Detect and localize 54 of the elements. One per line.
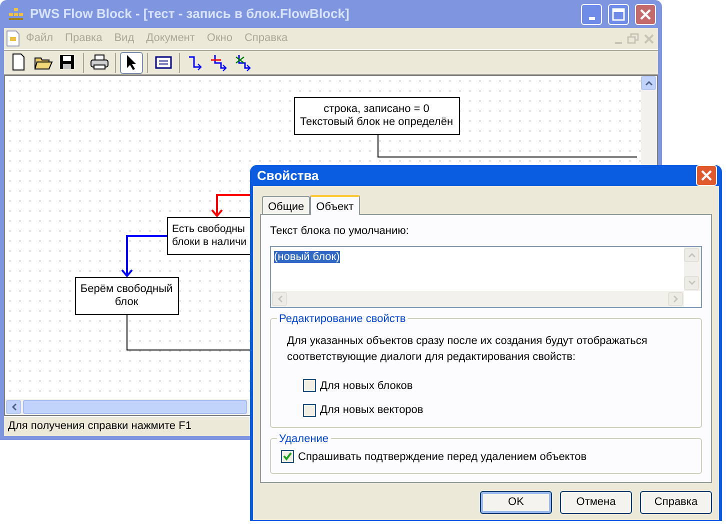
block-text: блоки в наличи [172, 236, 246, 248]
scroll-up-icon [688, 252, 696, 258]
close-button[interactable] [696, 165, 717, 186]
app-icon [8, 7, 24, 21]
checkbox[interactable] [303, 404, 316, 417]
maximize-icon [612, 8, 625, 20]
checkbox-label[interactable]: Для новых блоков [320, 378, 413, 394]
connector-edit-icon [234, 53, 253, 72]
text-area[interactable]: (новый блок) [270, 246, 702, 308]
scroll-right-icon [672, 294, 678, 302]
checkbox-label[interactable]: Спрашивать подтверждение перед удалением объектов [298, 448, 587, 465]
flow-block[interactable] [75, 277, 179, 315]
minimize-icon [615, 42, 622, 44]
scroll-left-icon [276, 294, 282, 302]
field-value: (новый блок) [274, 250, 340, 262]
check-icon [283, 452, 292, 462]
flow-block[interactable] [294, 97, 460, 135]
scroll-up-button[interactable] [641, 76, 656, 90]
block-text: строка, записано = 0 [324, 103, 430, 115]
status-text: Для получения справки нажмите F1 [8, 419, 192, 434]
block-text: Есть свободны [172, 223, 245, 235]
tab[interactable]: Объект [310, 195, 360, 215]
scroll-down-icon [688, 280, 696, 286]
close-icon [642, 32, 656, 44]
field-label: Текст блока по умолчанию: [270, 224, 409, 239]
scroll-up-icon [644, 80, 652, 86]
tab[interactable]: Общие [262, 196, 310, 214]
minimize-icon [588, 16, 594, 20]
checkbox[interactable] [281, 450, 294, 464]
dialog-button[interactable]: OK [480, 491, 552, 514]
close-icon [640, 8, 651, 20]
block-text: Берём свободный [80, 283, 173, 295]
save-icon [58, 53, 77, 72]
dialog-title: Свойства [257, 166, 320, 185]
toolbar-button[interactable] [120, 52, 143, 74]
scroll-left-icon [10, 403, 16, 411]
connector-add-icon [210, 53, 229, 72]
maximize-button[interactable] [608, 4, 629, 24]
checkbox-label[interactable]: Для новых векторов [320, 402, 424, 418]
checkbox[interactable] [303, 379, 316, 392]
close-button[interactable] [635, 4, 656, 24]
minimize-button[interactable] [581, 4, 602, 24]
block-text: Текстовый блок не определён [300, 116, 454, 128]
printer-icon [90, 53, 109, 72]
scroll-left-button[interactable] [6, 400, 21, 414]
block-text: блок [114, 296, 138, 308]
group-description: Для указанных объектов сразу после их создания будут отображаться соответствующие диалоги для редактирования свойств: [287, 334, 648, 365]
group-title: Редактирование свойств [277, 310, 408, 327]
restore-icon [626, 32, 642, 44]
dialog-button[interactable]: Отмена [560, 491, 632, 514]
dialog-button[interactable]: Справка [640, 491, 712, 514]
window-title: PWS Flow Block - [тест - запись в блок.FlowBlock] [30, 5, 350, 24]
scrollbar-thumb[interactable] [23, 400, 247, 414]
close-icon [701, 170, 712, 181]
